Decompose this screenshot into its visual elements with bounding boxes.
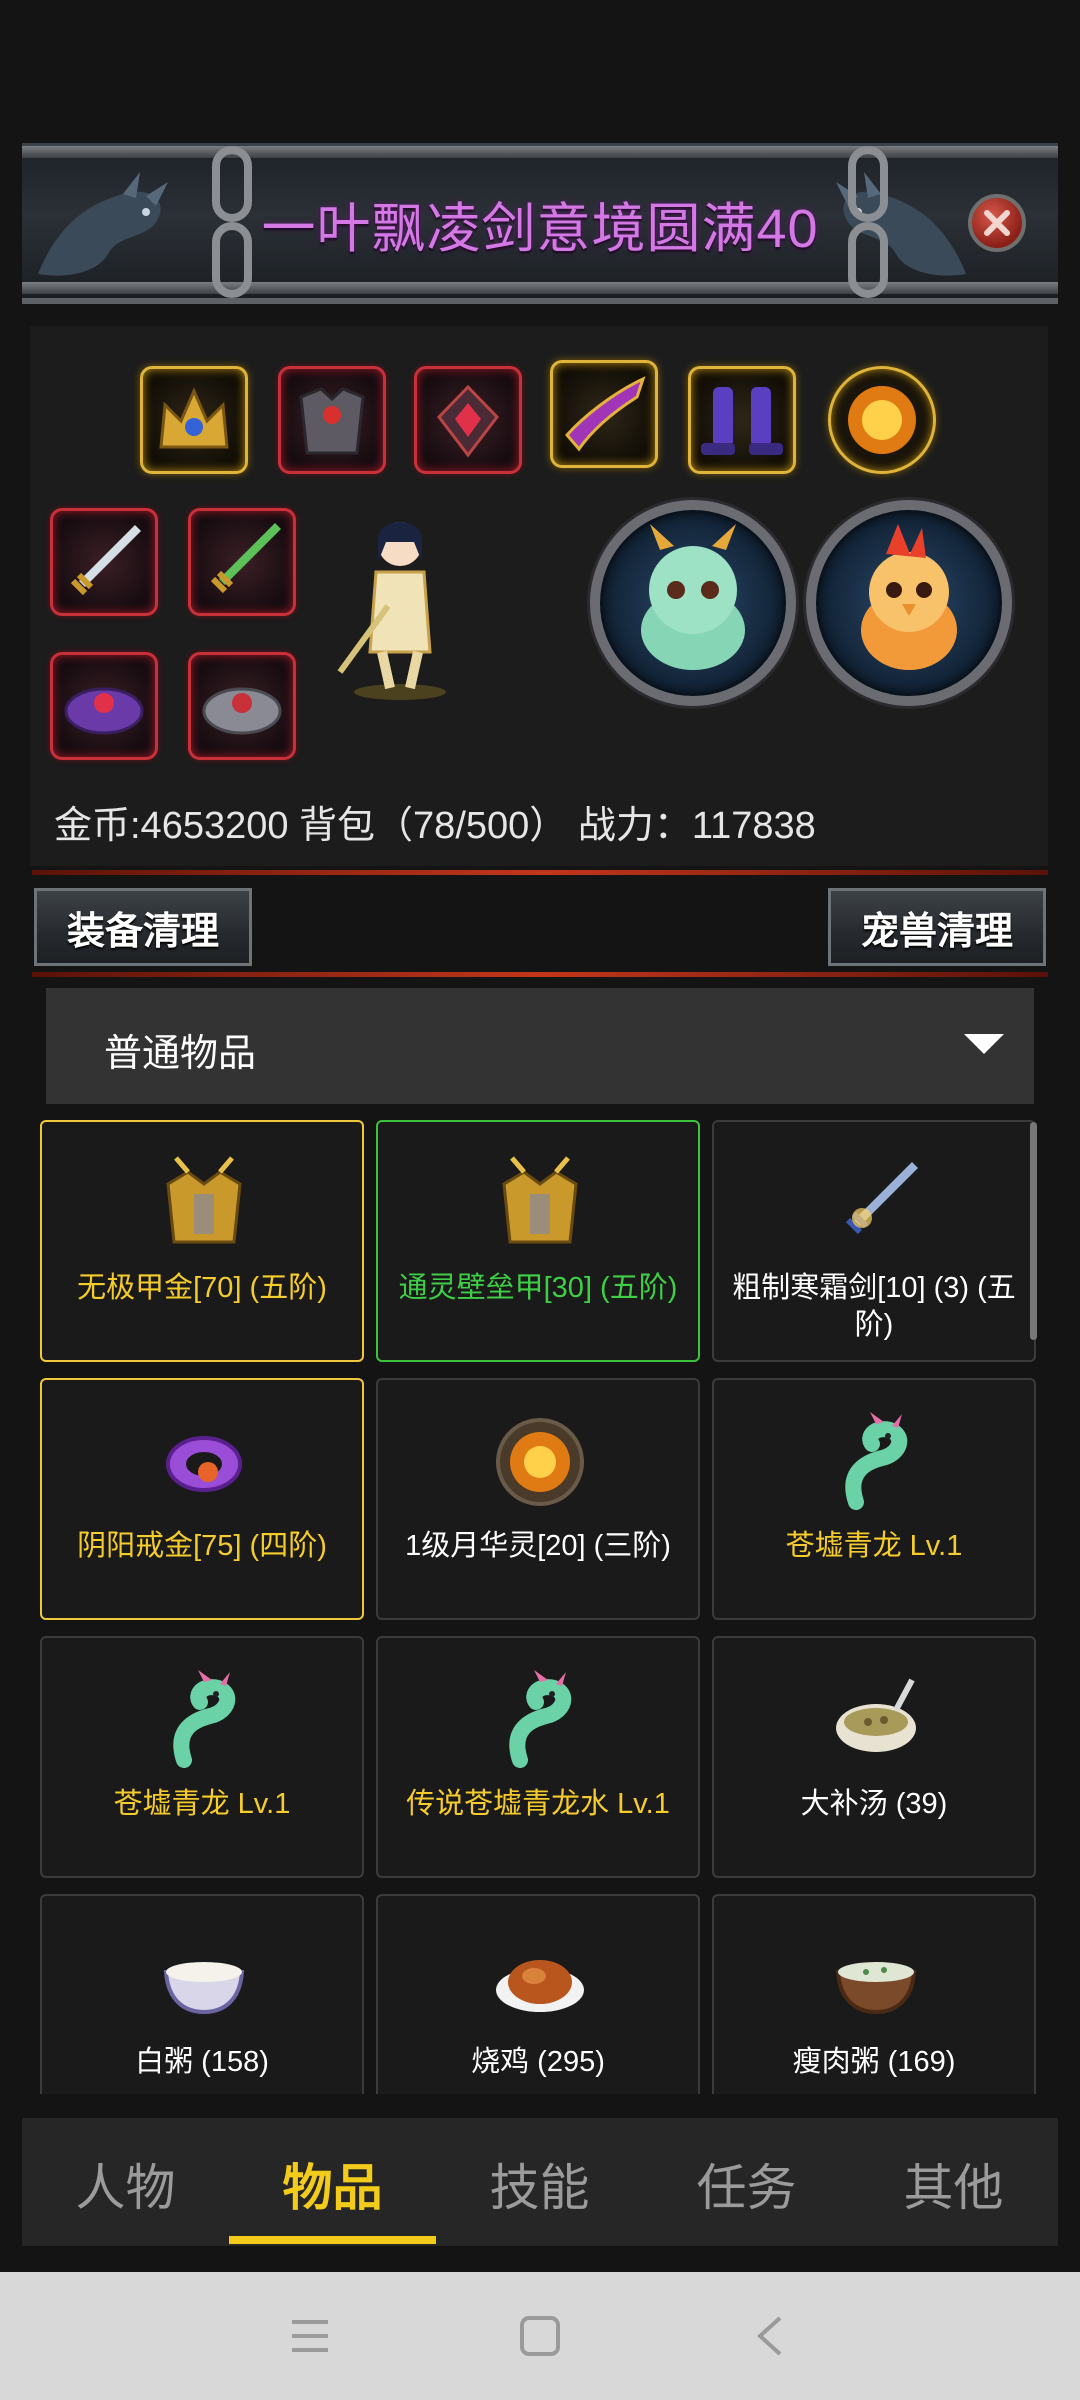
pet-slot-phoenix[interactable] <box>806 500 1012 706</box>
phoenix-pet-icon <box>861 524 957 670</box>
item-category-value: 普通物品 <box>104 1033 257 1075</box>
accessory-slot-2[interactable] <box>188 652 296 760</box>
weapon-slot-1[interactable] <box>50 508 158 616</box>
close-button[interactable] <box>968 194 1026 252</box>
inventory-item[interactable]: 粗制寒霜剑[10] (3) (五阶) <box>712 1120 1036 1362</box>
item-name: 白粥 (158) <box>135 2046 269 2078</box>
item-name: 传说苍墟青龙水 Lv.1 <box>406 1788 670 1820</box>
dragon-icon <box>509 1670 572 1768</box>
active-tab-indicator <box>229 2236 436 2244</box>
inventory-item[interactable]: 烧鸡 (295) <box>376 1894 700 2094</box>
equipment-cleanup-button[interactable]: 装备清理 <box>34 888 252 966</box>
player-stats: 金币:4653200 背包（78/500） 战力：117838 <box>54 805 816 847</box>
banner-frame-top <box>22 146 1058 158</box>
dragon-pet-icon <box>641 524 745 670</box>
fire-orb-icon <box>848 386 916 454</box>
inventory-item[interactable]: 大补汤 (39) <box>712 1636 1036 1878</box>
system-navigation-bar <box>0 2272 1080 2400</box>
divider-top <box>32 870 1048 875</box>
soup-icon <box>836 1678 916 1752</box>
ring-icon <box>166 1436 242 1492</box>
purple-boots-icon <box>701 387 783 455</box>
helmet-slot[interactable] <box>140 366 248 474</box>
inventory-item[interactable]: 阴阳戒金[75] (四阶) <box>40 1378 364 1620</box>
close-icon <box>984 210 1010 236</box>
tab-skills[interactable]: 技能 <box>436 2148 643 2220</box>
dialog-title-banner: 一叶飘凌剑意境圆满40 <box>22 143 1058 304</box>
inventory-item[interactable]: 无极甲金[70] (五阶) <box>40 1120 364 1362</box>
item-name: 烧鸡 (295) <box>471 2046 605 2078</box>
crown-helmet-icon <box>159 387 229 449</box>
tab-other[interactable]: 其他 <box>850 2148 1057 2220</box>
item-name: 无极甲金[70] (五阶) <box>77 1272 327 1304</box>
divider-bottom <box>32 972 1048 977</box>
dark-armor-icon <box>299 387 365 455</box>
white-porridge-icon <box>163 1962 245 2015</box>
dialog-title: 一叶飘凌剑意境圆满40 <box>261 199 819 259</box>
inventory-item[interactable]: 白粥 (158) <box>40 1894 364 2094</box>
gold-armor-icon <box>502 1156 578 1244</box>
tab-items[interactable]: 物品 <box>229 2148 436 2220</box>
sword-icon <box>845 1162 918 1235</box>
equipment-panel: 金币:4653200 背包（78/500） 战力：117838 <box>30 326 1048 866</box>
inventory-item[interactable]: 苍墟青龙 Lv.1 <box>40 1636 364 1878</box>
back-icon[interactable] <box>752 2314 788 2358</box>
item-name: 1级月华灵[20] (三阶) <box>405 1530 671 1562</box>
silver-crown-icon <box>202 687 282 735</box>
item-grid: 无极甲金[70] (五阶) 通灵壁垒甲[30] (五阶) 粗制寒霜剑[10] (… <box>30 1116 1050 2094</box>
armor-slot[interactable] <box>278 366 386 474</box>
pendant-slot[interactable] <box>414 366 522 474</box>
tab-quests[interactable]: 任务 <box>643 2148 850 2220</box>
item-grid-scrollbar[interactable] <box>1030 1122 1037 1340</box>
chevron-down-icon <box>964 1034 1004 1054</box>
inventory-item[interactable]: 传说苍墟青龙水 Lv.1 <box>376 1636 700 1878</box>
item-name: 苍墟青龙 Lv.1 <box>113 1788 291 1820</box>
fire-orb-icon <box>496 1418 584 1506</box>
boots-slot[interactable] <box>688 366 796 474</box>
meat-porridge-icon <box>835 1962 917 2015</box>
weapon-slot-2[interactable] <box>188 508 296 616</box>
item-name: 苍墟青龙 Lv.1 <box>785 1530 963 1562</box>
bracer-slot[interactable] <box>550 360 658 468</box>
purple-bracer-icon <box>565 376 646 452</box>
main-tab-bar: 人物 物品 技能 任务 其他 <box>22 2118 1058 2246</box>
dragon-icon <box>845 1412 908 1510</box>
item-category-select[interactable]: 普通物品 <box>46 988 1034 1104</box>
item-name: 瘦肉粥 (169) <box>792 2046 956 2078</box>
orb-slot[interactable] <box>828 366 936 474</box>
roast-chicken-icon <box>496 1960 584 2012</box>
inventory-item[interactable]: 1级月华灵[20] (三阶) <box>376 1378 700 1620</box>
dragon-icon <box>173 1670 236 1768</box>
red-gem-pendant-icon <box>437 384 499 458</box>
gold-armor-icon <box>166 1156 242 1244</box>
tab-character[interactable]: 人物 <box>22 2148 229 2220</box>
purple-crown-icon <box>64 687 144 735</box>
item-name: 通灵壁垒甲[30] (五阶) <box>398 1272 678 1304</box>
sword-icon <box>70 525 141 596</box>
inventory-item[interactable]: 通灵壁垒甲[30] (五阶) <box>376 1120 700 1362</box>
jade-sword-icon <box>210 523 281 594</box>
accessory-slot-1[interactable] <box>50 652 158 760</box>
pet-cleanup-button[interactable]: 宠兽清理 <box>828 888 1046 966</box>
item-name: 粗制寒霜剑[10] (3) (五阶) <box>732 1272 1016 1341</box>
character-avatar <box>337 522 446 700</box>
item-name: 大补汤 (39) <box>800 1788 948 1820</box>
menu-icon[interactable] <box>288 2316 332 2356</box>
inventory-item[interactable]: 苍墟青龙 Lv.1 <box>712 1378 1036 1620</box>
pet-slot-dragon[interactable] <box>590 500 796 706</box>
inventory-item[interactable]: 瘦肉粥 (169) <box>712 1894 1036 2094</box>
item-name: 阴阳戒金[75] (四阶) <box>77 1530 327 1562</box>
home-icon[interactable] <box>518 2314 562 2358</box>
